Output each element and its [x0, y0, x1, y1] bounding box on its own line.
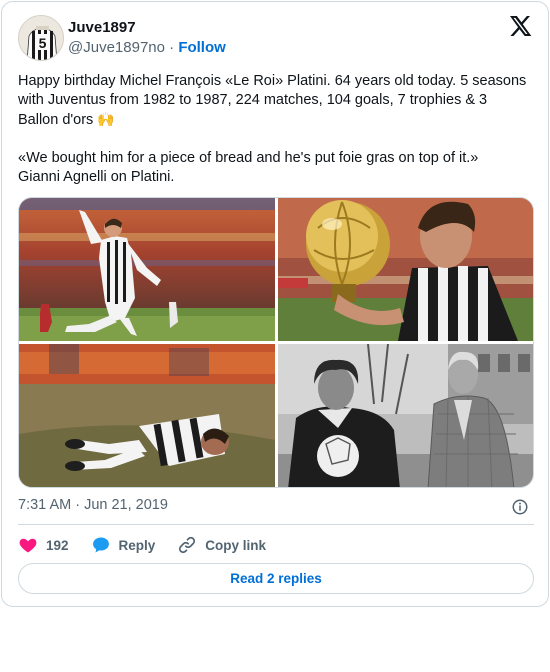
- media-grid: [18, 197, 534, 488]
- divider: [18, 524, 534, 525]
- read-replies-button[interactable]: Read 2 replies: [18, 563, 534, 594]
- link-icon: [179, 536, 196, 554]
- heart-icon: [19, 538, 37, 553]
- photo-with-agnelli[interactable]: [278, 344, 533, 487]
- photo-ballon-dor[interactable]: [278, 198, 533, 341]
- author-block: Juve1897 @Juve1897no · Follow: [68, 18, 226, 58]
- action-bar: 192 Reply Copy link: [18, 534, 288, 556]
- raised-hands-emoji: 🙌: [97, 111, 115, 127]
- avatar[interactable]: 5: [18, 15, 64, 61]
- tweet-text: Happy birthday Michel François «Le Roi» …: [18, 72, 530, 187]
- copy-link-button[interactable]: Copy link: [177, 535, 266, 555]
- info-icon[interactable]: [511, 498, 529, 516]
- like-button[interactable]: 192: [18, 535, 69, 555]
- like-count: 192: [46, 537, 69, 553]
- copy-link-label: Copy link: [205, 537, 267, 553]
- tweet-timestamp[interactable]: 7:31 AM · Jun 21, 2019: [18, 497, 168, 513]
- quote-attribution: Gianni Agnelli on Platini.: [18, 169, 175, 185]
- tweet-paragraph-2: «We bought him for a piece of bread and …: [18, 149, 530, 187]
- tweet-paragraph-1: Happy birthday Michel François «Le Roi» …: [18, 72, 530, 130]
- display-name[interactable]: Juve1897: [68, 18, 226, 38]
- follow-button[interactable]: Follow: [178, 39, 226, 56]
- photo-celebration[interactable]: [19, 198, 275, 341]
- handle[interactable]: @Juve1897no: [68, 39, 165, 56]
- svg-text:5: 5: [39, 35, 47, 51]
- x-logo-icon[interactable]: [508, 14, 532, 38]
- reply-button[interactable]: Reply: [91, 535, 156, 555]
- reply-label: Reply: [118, 537, 156, 553]
- tweet-card: 5 Juve1897 @Juve1897no · Follow Happy bi…: [1, 1, 549, 607]
- quote-line: «We bought him for a piece of bread and …: [18, 150, 479, 166]
- separator-dot: ·: [169, 39, 175, 56]
- reply-bubble-icon: [92, 537, 109, 553]
- handle-row: @Juve1897no · Follow: [68, 38, 226, 58]
- tweet-paragraph-1-text: Happy birthday Michel François «Le Roi» …: [18, 73, 527, 128]
- photo-on-ground[interactable]: [19, 344, 275, 487]
